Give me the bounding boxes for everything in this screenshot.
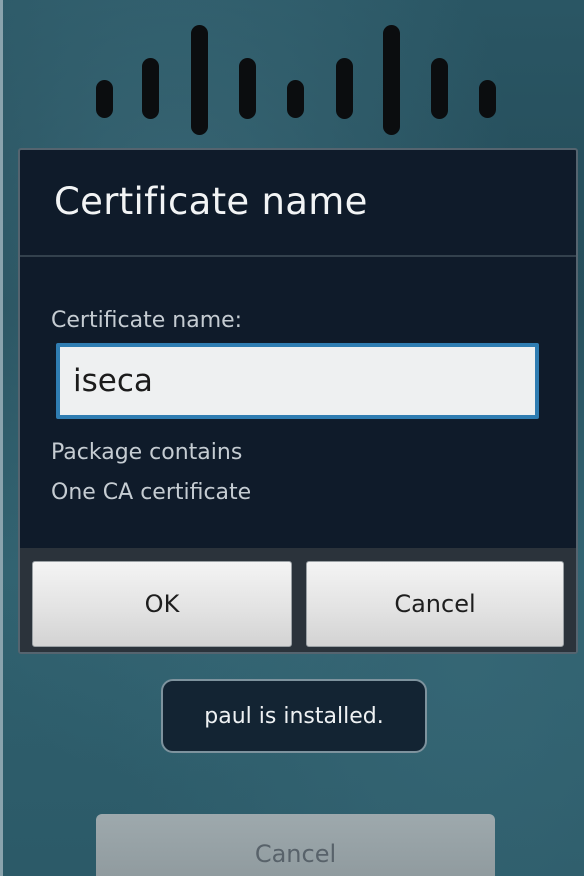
title-divider <box>20 255 576 257</box>
toast-message: paul is installed. <box>204 703 384 729</box>
package-info-line-1: Package contains <box>51 440 243 465</box>
cancel-button[interactable]: Cancel <box>306 561 564 647</box>
cisco-bars-logo <box>96 25 496 135</box>
background-cancel-button[interactable]: Cancel <box>96 814 495 876</box>
package-info-line-2: One CA certificate <box>51 480 252 505</box>
dialog-title: Certificate name <box>54 180 368 223</box>
certificate-name-dialog: Certificate name Certificate name: Packa… <box>18 148 578 654</box>
certificate-name-input[interactable] <box>56 343 539 419</box>
ok-button[interactable]: OK <box>32 561 292 647</box>
screen: paul is installed. Cancel Certificate na… <box>0 0 584 876</box>
toast-notification: paul is installed. <box>161 679 427 753</box>
certificate-name-label: Certificate name: <box>51 308 243 333</box>
